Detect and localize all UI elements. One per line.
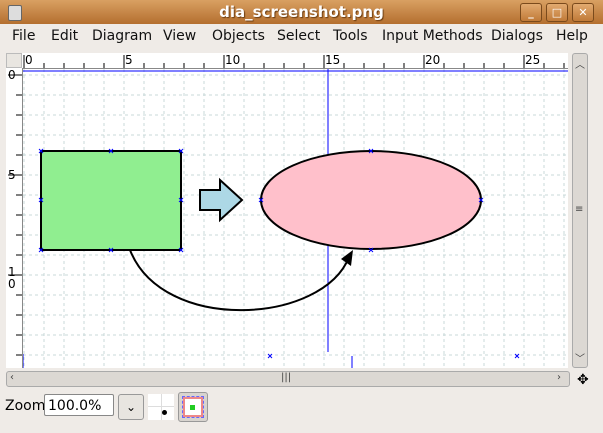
ruler-label: 5 <box>8 168 16 182</box>
vertical-ruler: 0 5 1 0 <box>6 68 23 368</box>
scroll-down-icon[interactable]: ﹀ <box>575 350 585 365</box>
menu-edit[interactable]: Edit <box>51 28 78 44</box>
snap-to-grid-toggle[interactable] <box>148 394 174 420</box>
scroll-up-icon[interactable]: ︿ <box>575 56 585 71</box>
menu-file[interactable]: File <box>12 28 35 44</box>
scroll-grip-icon[interactable]: ||| <box>281 372 291 383</box>
menu-view[interactable]: View <box>163 28 196 44</box>
scroll-left-icon[interactable]: ‹ <box>10 372 14 383</box>
diagram-canvas[interactable] <box>23 69 568 368</box>
scroll-right-icon[interactable]: › <box>557 372 561 383</box>
window-title: dia_screenshot.png <box>219 3 384 21</box>
ruler-label: 10 <box>225 53 241 67</box>
ruler-label: 20 <box>425 53 441 67</box>
minimize-button[interactable]: _ <box>520 3 542 22</box>
snap-to-objects-toggle[interactable] <box>178 392 208 422</box>
ruler-corner <box>6 53 22 68</box>
title-bar: dia_screenshot.png _ □ ✕ <box>0 0 603 24</box>
ruler-label: 25 <box>525 53 541 67</box>
ruler-label: 1 0 <box>8 265 16 291</box>
menu-tools[interactable]: Tools <box>333 28 368 44</box>
zoom-label: Zoom <box>5 398 46 414</box>
ruler-label: 0 <box>25 53 33 67</box>
move-icon[interactable]: ✥ <box>577 372 589 388</box>
scroll-grip-icon[interactable]: ≡ <box>575 204 583 215</box>
vertical-scrollbar[interactable]: ︿ ≡ ﹀ <box>572 53 588 368</box>
menu-input-methods[interactable]: Input Methods <box>382 28 483 44</box>
rectangle-shape[interactable] <box>40 150 182 251</box>
menu-dialogs[interactable]: Dialogs <box>491 28 543 44</box>
maximize-button[interactable]: □ <box>546 3 568 22</box>
menu-help[interactable]: Help <box>556 28 588 44</box>
menu-bar: File Edit Diagram View Objects Select To… <box>0 24 603 48</box>
menu-select[interactable]: Select <box>277 28 320 44</box>
ruler-label: 5 <box>125 53 133 67</box>
horizontal-scrollbar[interactable]: ‹ ||| › <box>6 371 570 387</box>
ruler-label: 15 <box>325 53 341 67</box>
ruler-label: 0 <box>8 68 16 82</box>
zoom-input[interactable]: 100.0% <box>44 394 114 416</box>
horizontal-ruler: 0 5 10 15 20 25 <box>22 53 568 69</box>
zoom-dropdown-button[interactable]: ⌄ <box>118 394 144 420</box>
close-button[interactable]: ✕ <box>572 3 594 22</box>
ellipse-shape[interactable] <box>260 150 482 250</box>
status-bar: Zoom 100.0% ⌄ <box>0 390 603 433</box>
menu-diagram[interactable]: Diagram <box>92 28 152 44</box>
menu-objects[interactable]: Objects <box>212 28 265 44</box>
